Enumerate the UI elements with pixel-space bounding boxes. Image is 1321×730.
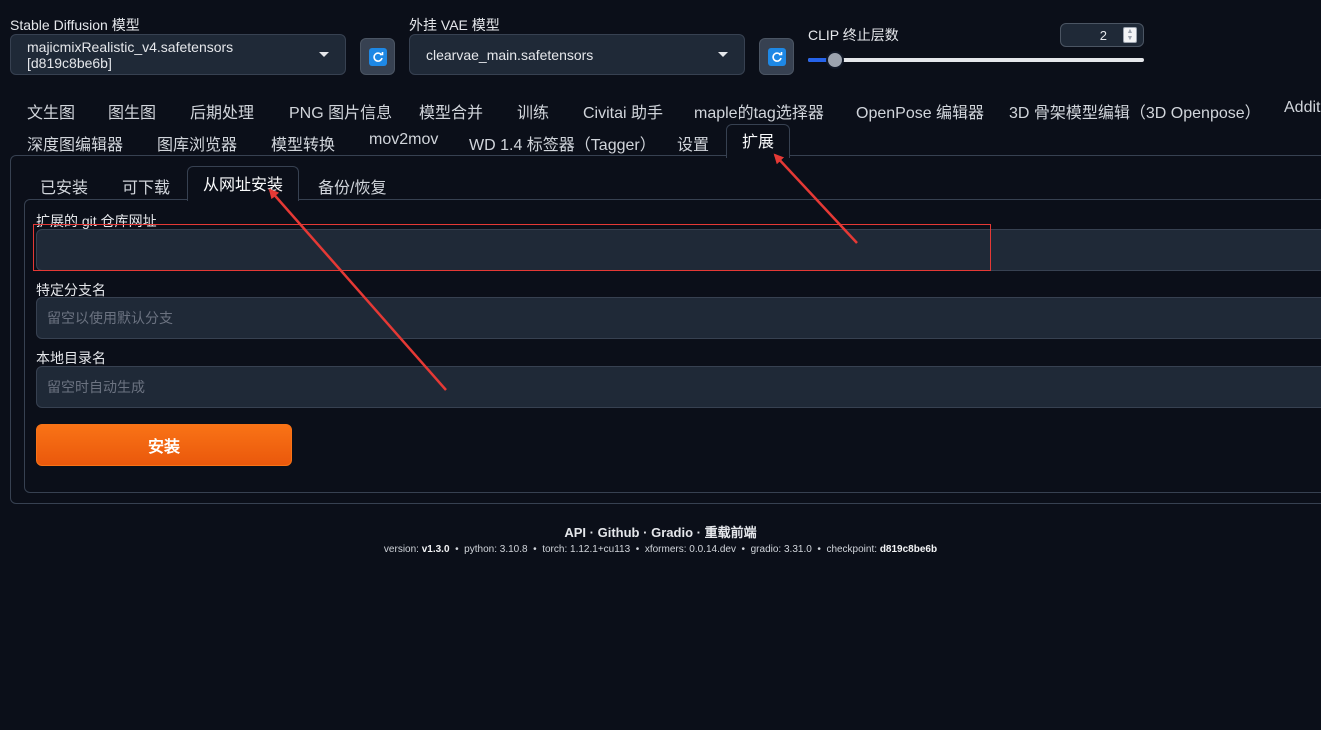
tab-maple-tag[interactable]: maple的tag选择器	[694, 99, 824, 123]
branch-placeholder: 留空以使用默认分支	[47, 310, 173, 326]
bullet: •	[455, 544, 459, 555]
bullet: •	[741, 544, 746, 555]
sd-model-dropdown[interactable]: majicmixRealistic_v4.safetensors [d819c8…	[10, 34, 346, 75]
install-button[interactable]: 安装	[36, 424, 292, 466]
separator: ·	[589, 525, 594, 540]
separator: ·	[696, 525, 701, 540]
clip-label: CLIP 终止层数	[808, 27, 899, 43]
vae-dropdown[interactable]: clearvae_main.safetensors	[409, 34, 745, 75]
reload-ui-link[interactable]: 重载前端	[705, 525, 757, 540]
refresh-icon	[368, 47, 387, 66]
version-value: v1.3.0	[421, 544, 450, 555]
refresh-sd-model-button[interactable]	[360, 38, 395, 75]
python-label: python:	[464, 544, 497, 555]
gradio-link[interactable]: Gradio	[651, 525, 693, 540]
highlight-box	[33, 224, 991, 271]
tab-txt2img[interactable]: 文生图	[27, 99, 75, 123]
version-info: version: v1.3.0 • python: 3.10.8 • torch…	[0, 544, 1321, 555]
clip-value: 2	[1099, 27, 1107, 43]
tab-extensions[interactable]: 扩展	[726, 124, 791, 158]
refresh-icon	[767, 47, 786, 66]
clip-slider-thumb[interactable]	[825, 51, 844, 69]
subtab-available[interactable]: 可下载	[122, 174, 170, 198]
sd-model-value: majicmixRealistic_v4.safetensors [d819c8…	[27, 38, 234, 71]
tab-openpose[interactable]: OpenPose 编辑器	[856, 99, 984, 123]
tab-image-browser[interactable]: 图库浏览器	[157, 131, 237, 155]
torch-value: 1.12.1+cu113	[570, 544, 631, 555]
refresh-vae-button[interactable]	[759, 38, 794, 75]
xformers-label: xformers:	[644, 544, 687, 555]
tab-train[interactable]: 训练	[517, 99, 549, 123]
subtab-install-from-url[interactable]: 从网址安装	[187, 166, 300, 201]
tab-img2img[interactable]: 图生图	[108, 99, 156, 123]
gradio-label: gradio:	[750, 544, 782, 555]
tab-tagger[interactable]: WD 1.4 标签器（Tagger）	[469, 131, 656, 155]
bullet: •	[533, 544, 537, 555]
chevron-down-icon: ▼	[1126, 35, 1134, 42]
vae-value: clearvae_main.safetensors	[426, 46, 594, 63]
chevron-down-icon	[319, 52, 329, 57]
version-label: version:	[383, 544, 419, 555]
torch-label: torch:	[542, 544, 568, 555]
tab-mov2mov[interactable]: mov2mov	[369, 131, 438, 149]
chevron-up-icon: ▲	[1126, 28, 1134, 35]
checkpoint-label: checkpoint:	[826, 544, 878, 555]
tab-additional[interactable]: Additi	[1284, 99, 1321, 117]
tab-png-info[interactable]: PNG 图片信息	[289, 99, 392, 123]
dir-input[interactable]: 留空时自动生成	[36, 366, 1321, 408]
stepper-icon[interactable]: ▲ ▼	[1123, 27, 1137, 43]
branch-input[interactable]: 留空以使用默认分支	[36, 297, 1321, 339]
dir-placeholder: 留空时自动生成	[47, 379, 145, 395]
api-link[interactable]: API	[564, 525, 586, 540]
bullet: •	[635, 544, 640, 555]
clip-number-input[interactable]: 2 ▲ ▼	[1060, 23, 1144, 47]
tab-depth-editor[interactable]: 深度图编辑器	[27, 131, 123, 155]
tab-3d-openpose[interactable]: 3D 骨架模型编辑（3D Openpose）	[1009, 99, 1261, 123]
subtab-backup-restore[interactable]: 备份/恢复	[318, 174, 386, 198]
bullet: •	[817, 544, 821, 555]
separator: ·	[643, 525, 648, 540]
tab-settings[interactable]: 设置	[677, 131, 709, 155]
python-value: 3.10.8	[499, 544, 528, 555]
tab-extras[interactable]: 后期处理	[190, 99, 254, 123]
subtab-installed[interactable]: 已安装	[40, 174, 88, 198]
tab-model-convert[interactable]: 模型转换	[271, 131, 335, 155]
xformers-value: 0.0.14.dev	[689, 544, 736, 555]
tab-merge[interactable]: 模型合并	[419, 99, 483, 123]
github-link[interactable]: Github	[598, 525, 640, 540]
checkpoint-value: d819c8be6b	[879, 544, 938, 555]
tab-civitai[interactable]: Civitai 助手	[583, 99, 663, 123]
vae-label: 外挂 VAE 模型	[409, 17, 500, 33]
chevron-down-icon	[718, 52, 728, 57]
gradio-value: 3.31.0	[783, 544, 812, 555]
clip-slider-track[interactable]	[808, 58, 1144, 62]
dir-label: 本地目录名	[36, 350, 106, 366]
sd-model-label: Stable Diffusion 模型	[10, 17, 140, 33]
footer-links: API · Github · Gradio · 重载前端	[0, 522, 1321, 541]
